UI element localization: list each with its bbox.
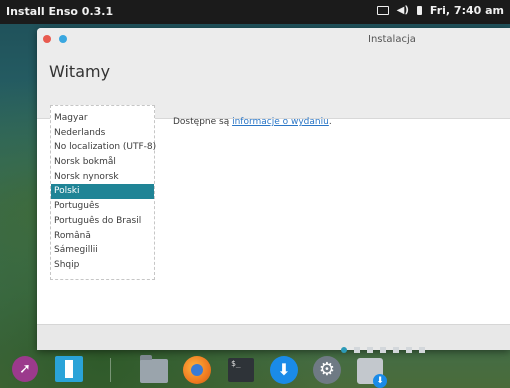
dock: ➚ $_ ⬇ ⚙ ⬇ [0, 350, 510, 388]
dock-separator [110, 358, 111, 382]
battery-icon[interactable] [416, 6, 422, 15]
sound-icon[interactable]: ◀) [397, 5, 409, 16]
maximize-icon[interactable] [59, 35, 67, 43]
language-item[interactable]: Português do Brasil [51, 214, 154, 229]
settings-icon[interactable]: ⚙ [313, 356, 341, 384]
active-app-title: Install Enso 0.3.1 [6, 5, 114, 18]
top-panel: Install Enso 0.3.1 ◀) Fri, 7:40 am [0, 0, 510, 24]
system-tray: ◀) Fri, 7:40 am [376, 4, 504, 17]
monitor-icon[interactable] [376, 6, 389, 15]
release-info-end: . [328, 117, 332, 127]
language-list[interactable]: Magyar Nederlands No localization (UTF-8) N… [50, 105, 156, 280]
close-icon[interactable] [43, 35, 51, 43]
language-item[interactable]: No localization (UTF-8) [51, 140, 156, 155]
window-footer [37, 324, 510, 350]
window-title: Instalacja [368, 34, 416, 45]
download-icon[interactable]: ⬇ [270, 356, 298, 384]
language-item[interactable]: Nederlands [51, 126, 154, 141]
language-item[interactable]: Norsk nynorsk [51, 170, 154, 185]
welcome-content: Magyar Nederlands No localization (UTF-8) N… [37, 105, 510, 324]
launcher-icon[interactable]: ➚ [12, 356, 38, 382]
release-notes-link[interactable]: informacje o wydaniu [232, 117, 329, 127]
language-item[interactable]: Shqip [51, 258, 154, 273]
files-icon[interactable] [140, 355, 168, 383]
installer-icon[interactable] [55, 356, 83, 382]
release-info-text: Dostępne są [173, 117, 233, 127]
window-titlebar[interactable]: Instalacja [37, 28, 510, 54]
language-item[interactable]: Português [51, 199, 154, 214]
language-item[interactable]: Magyar [51, 111, 154, 126]
clock[interactable]: Fri, 7:40 am [430, 4, 504, 17]
language-item[interactable]: Română [51, 229, 154, 244]
release-info: Dostępne są informacje o wydaniu. [173, 117, 332, 127]
installer-window: Instalacja Witamy Magyar Nederlands No loc… [37, 28, 510, 350]
web-browser-icon[interactable] [183, 356, 211, 384]
language-item[interactable]: Polski [51, 184, 154, 200]
drive-install-icon[interactable]: ⬇ [357, 358, 387, 388]
page-title: Witamy [49, 62, 111, 81]
terminal-icon[interactable]: $_ [228, 358, 254, 382]
language-item[interactable]: Sámegillii [51, 243, 154, 258]
language-item[interactable]: Norsk bokmål [51, 155, 154, 170]
